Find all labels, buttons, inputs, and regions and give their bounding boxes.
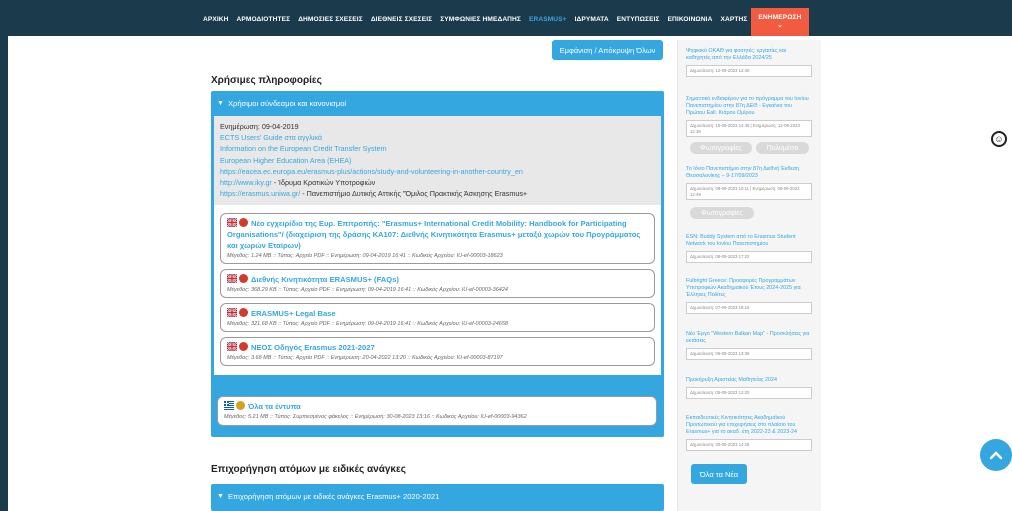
zip-folder-icon <box>236 401 245 410</box>
news-title[interactable]: ESN: Buddy System από το Erasmus Student… <box>686 234 812 248</box>
news-title[interactable]: Σημαντικό ενδιαφέρον για το πρόγραμμα το… <box>686 96 812 117</box>
nav-item-impressions[interactable]: ΕΝΤΥΠΩΣΕΙΣ <box>613 8 664 36</box>
news-item[interactable]: Προκήρυξη Αριστείας Μαθητείας 2024 Δημοσ… <box>686 377 812 399</box>
photos-pill-button[interactable]: Φωτογραφίες <box>690 207 754 219</box>
link-eacea[interactable]: https://eacea.ec.europa.eu/erasmus-plus/… <box>220 166 655 177</box>
file-meta: Μέγεθος: 1.24 MB :: Τύπος: Αρχείο PDF ::… <box>227 253 503 259</box>
news-item[interactable]: Το Ιόνιο Πανεπιστήμιο στην 87η Διεθνή Έκ… <box>686 166 812 200</box>
pdf-icon <box>239 218 248 227</box>
greek-flag-icon <box>224 401 234 410</box>
link-ects-info[interactable]: Information on the European Credit Trans… <box>220 143 655 154</box>
accordion-title: Χρήσιμοι σύνδεσμοι και κανονισμοί <box>227 99 347 108</box>
file-meta: Μέγεθος: 321.68 KB :: Τύπος: Αρχείο PDF … <box>227 321 508 327</box>
link-ehea[interactable]: European Higher Education Area (EHEA) <box>220 155 655 166</box>
photos-pill-button[interactable]: Φωτογραφίες <box>690 142 752 154</box>
file-title[interactable]: Νέο εγχειρίδιο της Ευρ. Επιτροπής: "Eras… <box>227 219 640 250</box>
link-uniwa[interactable]: https://erasmus.uniwa.gr/ <box>220 189 300 198</box>
accordion-useful-links: ▼ Χρήσιμοι σύνδεσμοι και κανονισμοί Ενημ… <box>211 91 664 437</box>
file-meta: Μέγεθος: 3.68 MB :: Τύπος: Αρχείο PDF ::… <box>227 355 503 361</box>
nav-item-contact[interactable]: ΕΠΙΚΟΙΝΩΝΙΑ <box>664 8 717 36</box>
file-item[interactable]: Νέο εγχειρίδιο της Ευρ. Επιτροπής: "Eras… <box>220 213 655 264</box>
news-item[interactable]: Ψηφιακό ΟΚΑΘ για φοιτητές: εργασίες και … <box>686 48 812 77</box>
nav-item-institutions[interactable]: ΙΔΡΥΜΑΤΑ <box>571 8 613 36</box>
scroll-to-top-button[interactable] <box>980 439 1012 471</box>
section-title-special-needs: Επιχορήγηση ατόμων με ειδικές ανάγκες <box>211 464 406 475</box>
accordion-special-needs: ▼ Επιχορήγηση ατόμων με ειδικές ανάγκες … <box>211 484 664 511</box>
media-pill-button[interactable]: Πολυμέσα <box>756 142 809 154</box>
file-item[interactable]: ΝΕΟΣ Οδηγός Erasmus 2021-2027 Μέγεθος: 3… <box>220 337 655 366</box>
accordion-body: Ενημέρωση: 09-04-2019 ECTS Users' Guide … <box>214 116 661 375</box>
accordion-header[interactable]: ▼ Χρήσιμοι σύνδεσμοι και κανονισμοί <box>211 91 664 116</box>
file-title[interactable]: ΝΕΟΣ Οδηγός Erasmus 2021-2027 <box>251 343 375 352</box>
news-title[interactable]: Ψηφιακό ΟΚΑΘ για φοιτητές: εργασίες και … <box>686 48 812 62</box>
link-iky[interactable]: http://www.iky.gr <box>220 178 272 187</box>
news-item[interactable]: ESN: Buddy System από το Erasmus Student… <box>686 234 812 263</box>
news-title[interactable]: Προκήρυξη Αριστείας Μαθητείας 2024 <box>686 377 812 384</box>
news-item[interactable]: Σημαντικό ενδιαφέρον για το πρόγραμμα το… <box>686 96 812 137</box>
chevron-down-icon: ▼ <box>217 493 224 500</box>
pdf-icon <box>239 342 248 351</box>
top-navigation: ΑΡΧΙΚΗ ΑΡΜΟΔΙΟΤΗΤΕΣ ΔΗΜΟΣΙΕΣ ΣΧΕΣΕΙΣ ΔΙΕ… <box>0 0 1012 36</box>
main-menu: ΑΡΧΙΚΗ ΑΡΜΟΔΙΟΤΗΤΕΣ ΔΗΜΟΣΙΕΣ ΣΧΕΣΕΙΣ ΔΙΕ… <box>199 8 809 36</box>
news-date: Δημοσίευση: 08-09-2023 10:11 | Ενημέρωση… <box>686 183 812 200</box>
iky-line: http://www.iky.gr - Ίδρυμα Κρατικών Υποτ… <box>220 177 655 188</box>
accordion-title: Επιχορήγηση ατόμων με ειδικές ανάγκες Er… <box>227 492 440 501</box>
section-title-useful-info: Χρήσιμες πληροφορίες <box>211 75 322 86</box>
all-files-title[interactable]: Όλα τα έντυπα <box>248 402 301 411</box>
nav-item-map[interactable]: ΧΑΡΤΗΣ <box>716 8 751 36</box>
nav-item-erasmus[interactable]: ERASMUS+ <box>525 8 571 36</box>
iky-description: - Ίδρυμα Κρατικών Υποτροφιών <box>271 178 376 188</box>
news-title[interactable]: Το Ιόνιο Πανεπιστήμιο στην 87η Διεθνή Έκ… <box>686 166 812 180</box>
info-box: Ενημέρωση: 09-04-2019 ECTS Users' Guide … <box>214 116 661 205</box>
expand-collapse-all-button[interactable]: Εμφάνιση / Απόκρυψη Όλων <box>552 40 663 60</box>
news-date: Δημοσίευση: 07-09-2023 18:15 <box>686 302 812 314</box>
pdf-icon <box>239 308 248 317</box>
news-date: Δημοσίευση: 06-09-2023 13:36 <box>686 348 812 360</box>
uk-flag-icon <box>227 342 237 351</box>
nav-item-responsibilities[interactable]: ΑΡΜΟΔΙΟΤΗΤΕΣ <box>233 8 295 36</box>
files-list: Νέο εγχειρίδιο της Ευρ. Επιτροπής: "Eras… <box>214 205 661 375</box>
chevron-up-icon <box>989 451 1003 460</box>
nav-item-news[interactable]: ΕΝΗΜΕΡΩΣΗ ⌄ <box>751 8 809 36</box>
accordion-header[interactable]: ▼ Επιχορήγηση ατόμων με ειδικές ανάγκες … <box>211 484 664 509</box>
uk-flag-icon <box>227 274 237 283</box>
news-date: Δημοσίευση: 05-09-2023 12:20 <box>686 387 812 399</box>
nav-item-domestic-agreements[interactable]: ΣΥΜΦΩΝΙΕΣ ΗΜΕΔΑΠΗΣ <box>436 8 525 36</box>
nav-item-public-relations[interactable]: ΔΗΜΟΣΙΕΣ ΣΧΕΣΕΙΣ <box>294 8 367 36</box>
file-title[interactable]: Διεθνής Κινητικότητα ERASMUS+ (FAQs) <box>251 275 399 284</box>
uk-flag-icon <box>227 308 237 317</box>
uk-flag-icon <box>227 218 237 227</box>
nav-item-international-relations[interactable]: ΔΙΕΘΝΕΙΣ ΣΧΕΣΕΙΣ <box>367 8 436 36</box>
news-item[interactable]: Νέο Έργο "Western Balkan Map" - Προσκλήσ… <box>686 331 812 360</box>
news-title[interactable]: Fulbright Greece: Προσφορές Προγραμμάτων… <box>686 278 812 299</box>
news-title[interactable]: Νέο Έργο "Western Balkan Map" - Προσκλήσ… <box>686 331 812 345</box>
chevron-down-icon: ▼ <box>217 100 224 107</box>
news-date: Δημοσίευση: 30-05-2023 14:28 <box>686 439 812 451</box>
news-date: Δημοσίευση: 12-09-2023 12:40 <box>686 65 812 77</box>
pdf-icon <box>239 274 248 283</box>
link-ects-guide[interactable]: ECTS Users' Guide στα αγγλικά <box>220 132 655 143</box>
accessibility-icon[interactable]: ☺ <box>991 131 1007 147</box>
file-title[interactable]: ERASMUS+ Legal Base <box>251 309 336 318</box>
uniwa-description: - Πανεπιστήμιο Δυτικής Αττικής "Όμιλος Π… <box>300 189 528 199</box>
news-date: Δημοσίευση: 08-09-2023 17:22 <box>686 251 812 263</box>
nav-item-home[interactable]: ΑΡΧΙΚΗ <box>199 8 233 36</box>
all-news-button[interactable]: Όλα τα Νέα <box>691 464 747 484</box>
all-files-item[interactable]: Όλα τα έντυπα Μέγεθος: 5.21 MB :: Τύπος:… <box>217 396 657 426</box>
file-item[interactable]: Διεθνής Κινητικότητα ERASMUS+ (FAQs) Μέγ… <box>220 269 655 298</box>
uniwa-line: https://erasmus.uniwa.gr/ - Πανεπιστήμιο… <box>220 188 655 199</box>
file-meta: Μέγεθος: 368.29 KB :: Τύπος: Αρχείο PDF … <box>227 287 508 293</box>
file-item[interactable]: ERASMUS+ Legal Base Μέγεθος: 321.68 KB :… <box>220 303 655 332</box>
news-date: Δημοσίευση: 10-09-2023 14:49 | Ενημέρωση… <box>686 120 812 137</box>
news-item[interactable]: Εκπαιδευτικές Κινητικότητες Ακαδημαϊκού … <box>686 415 812 451</box>
news-item[interactable]: Fulbright Greece: Προσφορές Προγραμμάτων… <box>686 278 812 314</box>
all-files-meta: Μέγεθος: 5.21 MB :: Τύπος: Συμπιεσμένος … <box>224 414 527 420</box>
news-title[interactable]: Εκπαιδευτικές Κινητικότητες Ακαδημαϊκού … <box>686 415 812 436</box>
nav-news-label: ΕΝΗΜΕΡΩΣΗ <box>758 14 802 21</box>
chevron-down-icon: ⌄ <box>776 22 783 29</box>
updated-text: Ενημέρωση: 09-04-2019 <box>220 122 299 131</box>
